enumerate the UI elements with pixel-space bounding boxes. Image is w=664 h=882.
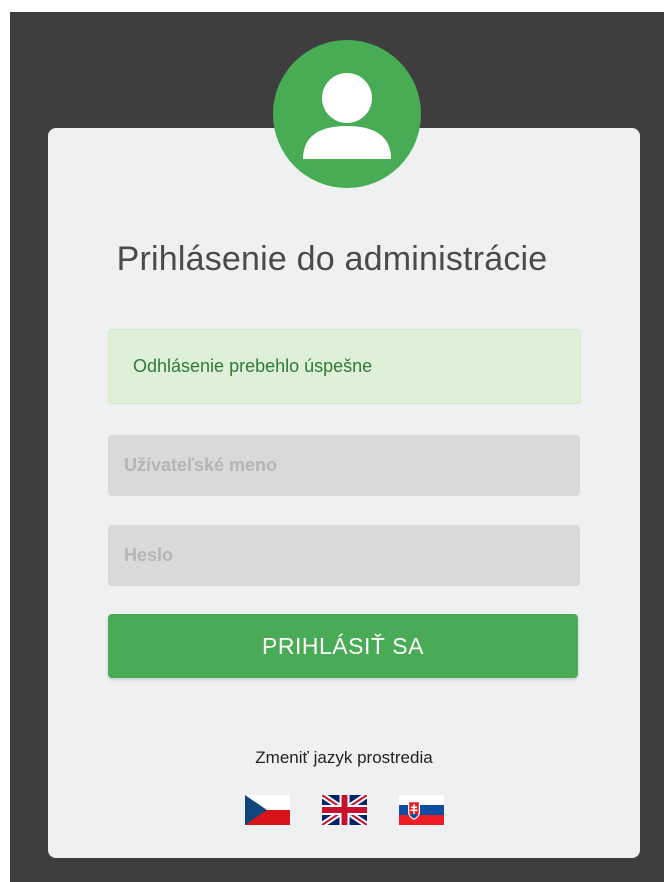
language-label: Zmeniť jazyk prostredia [255,748,433,767]
gb-flag-icon[interactable] [322,795,367,825]
login-button[interactable]: PRIHLÁSIŤ SA [108,614,578,678]
cz-flag-icon[interactable] [245,795,290,825]
password-input[interactable] [108,525,580,586]
username-input[interactable] [108,435,580,496]
page-title: Prihlásenie do administrácie [116,240,548,278]
sk-flag-icon[interactable] [399,795,444,825]
logout-success-alert: Odhlásenie prebehlo úspešne [108,329,581,404]
user-avatar-icon [273,40,421,188]
